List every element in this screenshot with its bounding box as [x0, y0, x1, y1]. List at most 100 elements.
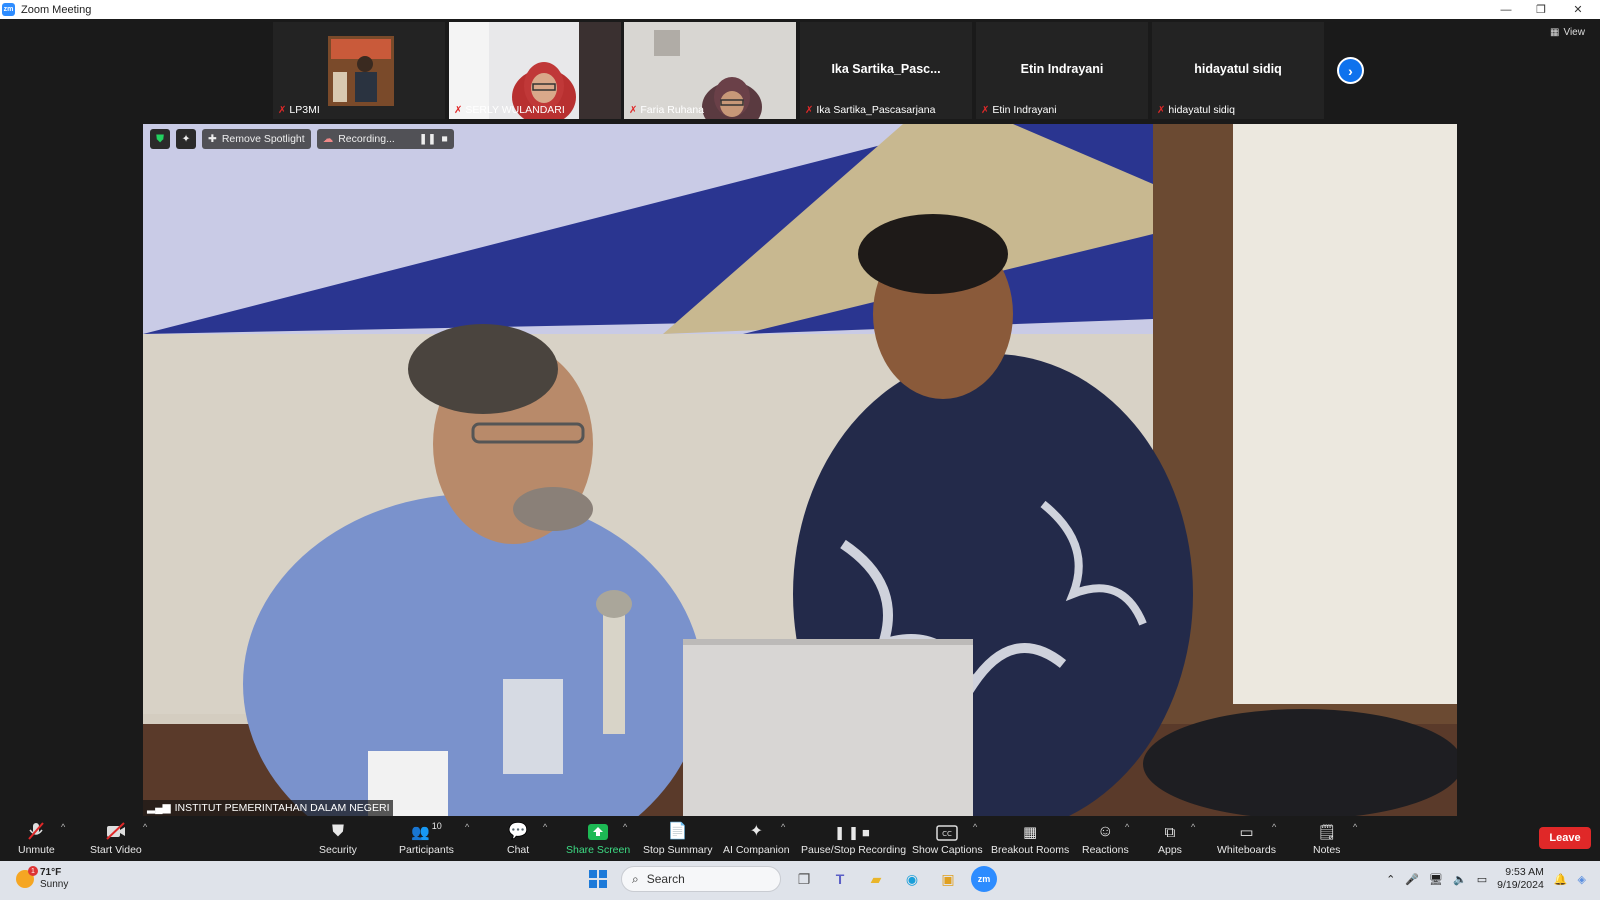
file-explorer-icon[interactable]: ▰ [863, 866, 889, 892]
notes-caret[interactable]: ^ [1353, 822, 1357, 832]
weather-widget[interactable]: 1 71°F Sunny [16, 866, 69, 891]
clock[interactable]: 9:53 AM 9/19/2024 [1497, 866, 1544, 892]
participant-name: ✗ Etin Indrayani [981, 104, 1057, 116]
stop-recording-icon[interactable]: ■ [441, 133, 447, 145]
sparkle-icon: ✦ [181, 133, 191, 145]
pin-icon: ✚ [208, 133, 217, 145]
participant-tile[interactable]: hidayatul sidiq ✗ hidayatul sidiq [1152, 22, 1324, 119]
search-icon: ⌕ [632, 871, 639, 886]
mic-muted-icon: ✗ [454, 104, 463, 116]
apps-caret[interactable]: ^ [1191, 822, 1195, 832]
zoom-app-icon: zm [2, 3, 15, 16]
captions-caret[interactable]: ^ [973, 822, 977, 832]
security-button[interactable]: ⛊ Security [319, 821, 357, 856]
chat-icon: 💬 [508, 823, 529, 840]
copilot-icon[interactable]: ◈ [1578, 873, 1586, 886]
task-view-icon[interactable]: ❐ [791, 866, 817, 892]
participants-caret[interactable]: ^ [465, 822, 469, 832]
ai-companion-button[interactable]: ✦ AI Companion [723, 821, 790, 856]
system-tray: ⌃ 🎤 🖥 🔈 ▭ 9:53 AM 9/19/2024 🔔 ◈ [1386, 866, 1586, 892]
participant-name: ✗ Ika Sartika_Pascasarjana [805, 104, 936, 116]
participant-name: ✗ Faria Ruhana [629, 104, 705, 116]
pause-recording-icon[interactable]: ❚❚ [419, 133, 437, 145]
close-button[interactable]: ✕ [1560, 0, 1596, 19]
notes-icon: 🗒 [1317, 824, 1337, 841]
cloud-record-icon: ☁ [322, 133, 334, 145]
sun-icon: 1 [16, 866, 38, 888]
video-options-caret[interactable]: ^ [143, 822, 147, 832]
shield-icon: ⛊ [331, 823, 344, 840]
spotlight-overlay: ⛊ ✦ ✚ Remove Spotlight ☁ Recording... ❚❚ ■ [150, 129, 454, 149]
participants-icon: 👥 10 [411, 821, 442, 841]
speaker-name-label: ▂▄▆ INSTITUT PEMERINTAHAN DALAM NEGERI [143, 800, 394, 816]
encryption-shield-button[interactable]: ⛊ [150, 129, 170, 149]
stop-summary-button[interactable]: 📄 Stop Summary [643, 821, 712, 856]
remove-spotlight-button[interactable]: ✚ Remove Spotlight [202, 129, 311, 149]
mic-muted-icon: ✗ [1157, 104, 1166, 116]
participant-tile[interactable]: ✗ Faria Ruhana [624, 22, 796, 119]
notification-bell-icon[interactable]: 🔔 [1554, 873, 1568, 886]
notes-button[interactable]: 🗒 Notes [1313, 821, 1340, 856]
microphone-icon[interactable]: 🎤 [1405, 873, 1419, 886]
participant-display-name: Etin Indrayani [1020, 62, 1104, 76]
audio-options-caret[interactable]: ^ [61, 822, 65, 832]
unmute-button[interactable]: Unmute [18, 821, 55, 856]
signal-strength-icon: ▂▄▆ [147, 802, 171, 814]
shield-check-icon: ⛊ [156, 132, 164, 145]
store-icon[interactable]: ▣ [935, 866, 961, 892]
weather-temp: 71°F [40, 867, 62, 878]
whiteboards-button[interactable]: ▭ Whiteboards [1217, 821, 1276, 856]
start-video-button[interactable]: Start Video [90, 821, 142, 856]
teams-icon[interactable]: T [827, 866, 853, 892]
minimize-button[interactable]: — [1488, 0, 1524, 19]
restore-button[interactable]: ❐ [1523, 0, 1559, 19]
participant-name: ✗ hidayatul sidiq [1157, 104, 1235, 116]
reactions-caret[interactable]: ^ [1125, 822, 1129, 832]
edge-icon[interactable]: ◉ [899, 866, 925, 892]
mic-off-icon [26, 821, 46, 841]
view-button[interactable]: ▦ View [1550, 27, 1585, 38]
mic-muted-icon: ✗ [629, 104, 638, 116]
battery-icon[interactable]: ▭ [1477, 873, 1487, 886]
zoom-taskbar-icon[interactable]: zm [971, 866, 997, 892]
participant-tile[interactable]: ✗ LP3MI [273, 22, 445, 119]
windows-taskbar: 1 71°F Sunny ⌕ Search ❐ T ▰ ◉ ▣ zm ⌃ 🎤 🖥 🔈… [0, 861, 1600, 900]
participant-tile[interactable]: Ika Sartika_Pasc... ✗ Ika Sartika_Pascasa… [800, 22, 972, 119]
whiteboards-caret[interactable]: ^ [1272, 822, 1276, 832]
share-caret[interactable]: ^ [623, 822, 627, 832]
chat-caret[interactable]: ^ [543, 822, 547, 832]
reactions-button[interactable]: ☺ Reactions [1082, 821, 1129, 856]
share-screen-icon [587, 821, 609, 841]
windows-start-icon[interactable] [585, 866, 611, 892]
svg-text:CC: CC [942, 830, 952, 838]
participant-tile[interactable]: Etin Indrayani ✗ Etin Indrayani [976, 22, 1148, 119]
pause-stop-recording-button[interactable]: ❚❚■ Pause/Stop Recording [801, 821, 906, 856]
notification-badge: 1 [28, 866, 38, 876]
apps-button[interactable]: ⧉ Apps [1158, 821, 1182, 856]
participant-tile[interactable]: ✗ SERLY WULANDARI [449, 22, 621, 119]
next-page-button[interactable]: › [1337, 57, 1364, 84]
breakout-rooms-icon: ▦ [1023, 824, 1038, 841]
volume-icon[interactable]: 🔈 [1453, 873, 1467, 886]
captions-icon: CC [936, 821, 959, 841]
breakout-rooms-button[interactable]: ▦ Breakout Rooms [991, 821, 1069, 856]
participants-button[interactable]: 👥 10 Participants [399, 821, 454, 856]
share-screen-button[interactable]: Share Screen [566, 821, 630, 856]
taskbar-search[interactable]: ⌕ Search [621, 866, 781, 892]
ai-companion-caret[interactable]: ^ [781, 822, 785, 832]
participant-display-name: hidayatul sidiq [1194, 62, 1282, 76]
weather-condition: Sunny [40, 879, 69, 890]
recording-icon: ❚❚■ [834, 825, 873, 840]
chevron-up-icon[interactable]: ⌃ [1386, 873, 1395, 886]
ai-companion-icon: ✦ [749, 823, 763, 840]
chevron-right-icon: › [1348, 62, 1353, 79]
spotlight-video [143, 124, 1457, 816]
ai-sparkle-button[interactable]: ✦ [176, 129, 196, 149]
leave-button[interactable]: Leave [1539, 827, 1591, 849]
chat-button[interactable]: 💬 Chat [507, 821, 529, 856]
mic-muted-icon: ✗ [805, 104, 814, 116]
mic-muted-icon: ✗ [981, 104, 990, 116]
network-icon[interactable]: 🖥 [1429, 873, 1443, 886]
mic-muted-icon: ✗ [278, 104, 287, 116]
speaker-video-frame [143, 124, 1457, 816]
